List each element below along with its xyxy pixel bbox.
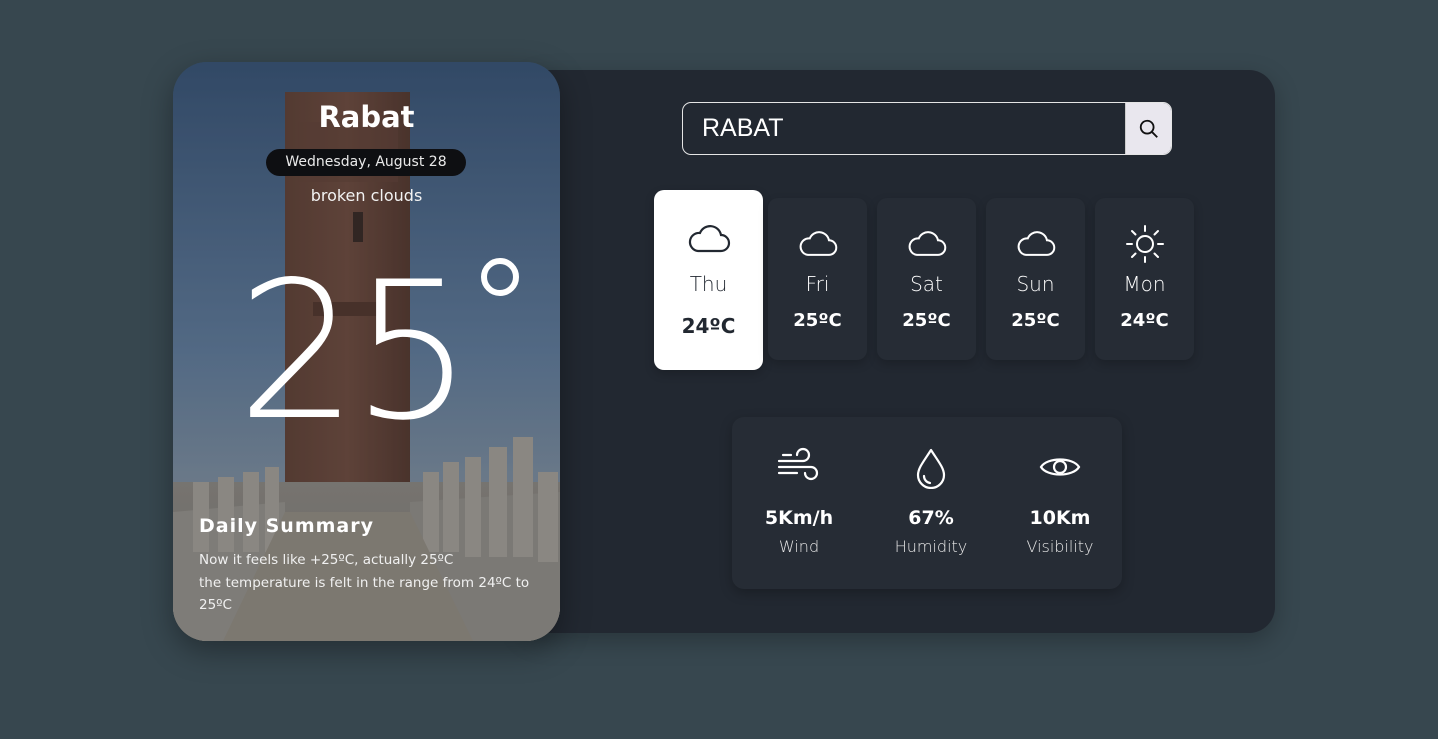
daily-summary-text: Now it feels like +25ºC, actually 25ºC t… bbox=[199, 549, 554, 617]
droplet-icon bbox=[916, 448, 946, 489]
date-badge: Wednesday, August 28 bbox=[266, 149, 466, 176]
search-input[interactable] bbox=[683, 103, 1126, 154]
forecast-day-name: Mon bbox=[1123, 272, 1166, 296]
forecast-day-temp: 25ºC bbox=[902, 310, 951, 331]
summary-line-2: the temperature is felt in the range fro… bbox=[199, 574, 530, 614]
forecast-day-fri[interactable]: Fri 25ºC bbox=[768, 198, 867, 360]
forecast-day-mon[interactable]: Mon 24ºC bbox=[1095, 198, 1194, 360]
visibility-value: 10Km bbox=[1029, 507, 1091, 529]
forecast-day-thu[interactable]: Thu 24ºC bbox=[654, 190, 763, 370]
wind-value: 5Km/h bbox=[764, 507, 834, 529]
cloud-icon bbox=[799, 231, 837, 256]
city-name: Rabat bbox=[318, 100, 415, 134]
weather-stats: 5Km/h Wind 67% Humidity 10Km Visibility bbox=[732, 417, 1122, 589]
wind-label: Wind bbox=[778, 537, 820, 556]
daily-summary-title: Daily Summary bbox=[199, 515, 375, 537]
sun-icon bbox=[1125, 225, 1164, 263]
stat-humidity: 67% Humidity bbox=[866, 417, 996, 589]
humidity-value: 67% bbox=[908, 507, 954, 529]
city-search bbox=[682, 102, 1172, 155]
stat-visibility: 10Km Visibility bbox=[995, 417, 1125, 589]
wind-icon bbox=[777, 447, 819, 481]
search-icon bbox=[1139, 119, 1158, 138]
forecast-day-temp: 24ºC bbox=[1120, 310, 1169, 331]
weather-description: broken clouds bbox=[310, 186, 423, 205]
forecast-day-name: Sat bbox=[910, 272, 943, 296]
forecast-day-temp: 25ºC bbox=[1011, 310, 1060, 331]
forecast-day-name: Sun bbox=[1016, 272, 1055, 296]
forecast-day-temp: 24ºC bbox=[681, 314, 736, 338]
forecast-day-name: Fri bbox=[805, 272, 830, 296]
summary-line-1: Now it feels like +25ºC, actually 25ºC bbox=[199, 552, 454, 568]
cloud-icon bbox=[908, 231, 946, 256]
search-button[interactable] bbox=[1125, 103, 1171, 154]
forecast-day-name: Thu bbox=[689, 272, 728, 296]
degree-symbol bbox=[481, 258, 519, 296]
current-weather-card: Rabat Wednesday, August 28 broken clouds… bbox=[173, 62, 560, 641]
current-temperature: 25 bbox=[237, 241, 473, 462]
forecast-day-sat[interactable]: Sat 25ºC bbox=[877, 198, 976, 360]
humidity-label: Humidity bbox=[894, 537, 968, 556]
forecast-day-temp: 25ºC bbox=[793, 310, 842, 331]
visibility-label: Visibility bbox=[1026, 537, 1094, 556]
cloud-icon bbox=[1017, 231, 1055, 256]
stat-wind: 5Km/h Wind bbox=[734, 417, 864, 589]
eye-icon bbox=[1039, 458, 1081, 476]
cloud-icon bbox=[688, 225, 730, 253]
forecast-day-sun[interactable]: Sun 25ºC bbox=[986, 198, 1085, 360]
